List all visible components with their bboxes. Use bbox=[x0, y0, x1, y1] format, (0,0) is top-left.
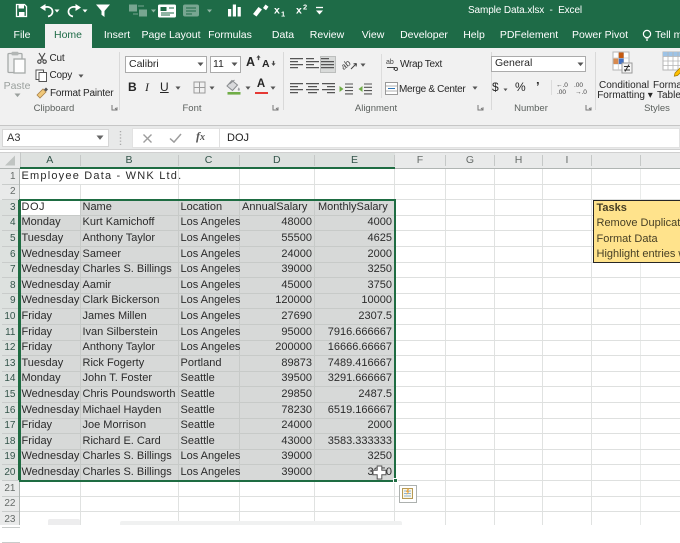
svg-text:ab: ab bbox=[342, 58, 353, 71]
svg-text:x: x bbox=[296, 5, 302, 17]
svg-text:x: x bbox=[274, 5, 280, 17]
svg-text:←.0: ←.0 bbox=[556, 82, 568, 89]
svg-text:1: 1 bbox=[281, 10, 285, 19]
svg-text:.00: .00 bbox=[574, 82, 583, 89]
svg-text:2: 2 bbox=[303, 3, 307, 12]
svg-text:.00: .00 bbox=[557, 89, 566, 94]
svg-text:ab: ab bbox=[386, 59, 394, 66]
svg-text:→.0: →.0 bbox=[575, 89, 587, 94]
